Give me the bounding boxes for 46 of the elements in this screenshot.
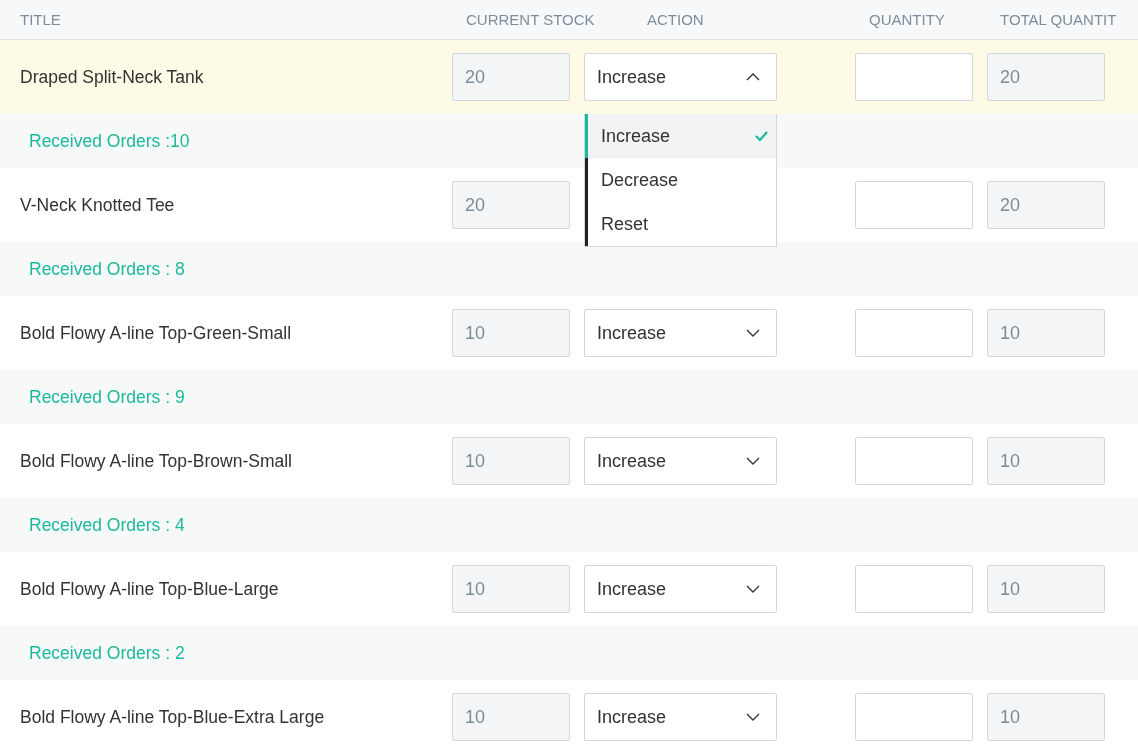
chevron-down-icon — [746, 457, 760, 465]
quantity-field[interactable] — [855, 309, 973, 357]
chevron-down-icon — [746, 329, 760, 337]
quantity-field[interactable] — [855, 181, 973, 229]
product-title: Bold Flowy A-line Top-Green-Small — [20, 322, 292, 343]
action-select[interactable]: Increase — [584, 437, 777, 485]
product-title: Bold Flowy A-line Top-Brown-Small — [20, 450, 292, 471]
quantity-field[interactable] — [855, 693, 973, 741]
current-stock-field[interactable]: 10 — [452, 437, 570, 485]
chevron-up-icon — [746, 73, 760, 81]
received-orders: Received Orders : 4 — [29, 514, 185, 536]
total-quantity-field[interactable]: 10 — [987, 565, 1105, 613]
column-header: QUANTITY — [869, 10, 945, 28]
received-orders: Received Orders : 8 — [29, 258, 185, 280]
current-stock-field[interactable]: 10 — [452, 309, 570, 357]
total-quantity-field[interactable]: 10 — [987, 693, 1105, 741]
product-title: Draped Split-Neck Tank — [20, 66, 204, 87]
current-stock-field[interactable]: 20 — [452, 53, 570, 101]
column-header: TOTAL QUANTIT — [1000, 10, 1117, 28]
received-orders: Received Orders : 2 — [29, 642, 185, 664]
received-orders: Received Orders : 9 — [29, 386, 185, 408]
quantity-field[interactable] — [855, 565, 973, 613]
total-quantity-field[interactable]: 20 — [987, 181, 1105, 229]
action-select[interactable]: Increase — [584, 565, 777, 613]
chevron-down-icon — [746, 713, 760, 721]
product-title: V-Neck Knotted Tee — [20, 194, 175, 215]
column-header: ACTION — [647, 10, 704, 28]
action-select[interactable]: Increase — [584, 53, 777, 101]
chevron-down-icon — [746, 585, 760, 593]
action-select[interactable]: Increase — [584, 693, 777, 741]
menu-option[interactable]: Increase — [585, 114, 776, 158]
current-stock-field[interactable]: 10 — [452, 565, 570, 613]
action-select[interactable]: Increase — [584, 309, 777, 357]
quantity-field[interactable] — [855, 53, 973, 101]
quantity-field[interactable] — [855, 437, 973, 485]
check-icon — [755, 131, 768, 141]
product-title: Bold Flowy A-line Top-Blue-Extra Large — [20, 706, 325, 727]
current-stock-field[interactable]: 10 — [452, 693, 570, 741]
column-header: TITLE — [20, 10, 61, 28]
total-quantity-field[interactable]: 20 — [987, 53, 1105, 101]
product-title: Bold Flowy A-line Top-Blue-Large — [20, 578, 279, 599]
received-orders: Received Orders :10 — [29, 130, 190, 152]
current-stock-field[interactable]: 20 — [452, 181, 570, 229]
total-quantity-field[interactable]: 10 — [987, 309, 1105, 357]
column-header: CURRENT STOCK — [466, 10, 595, 28]
total-quantity-field[interactable]: 10 — [987, 437, 1105, 485]
